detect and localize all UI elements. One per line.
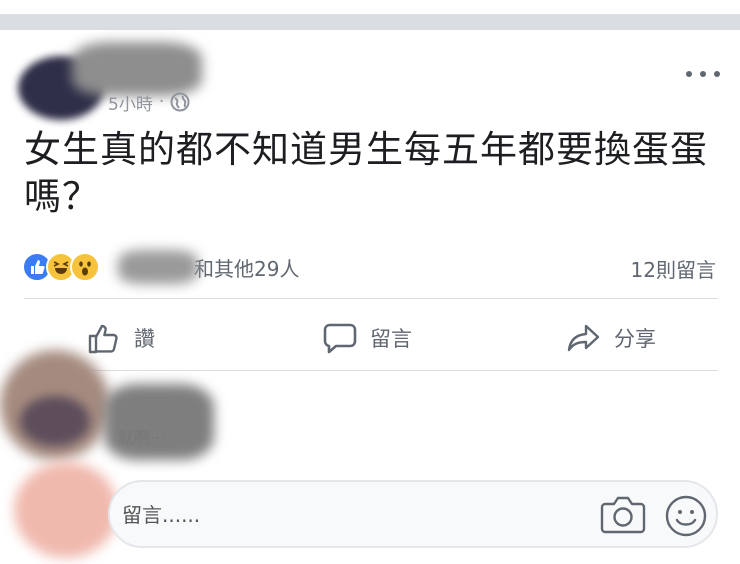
- more-options-icon[interactable]: [686, 66, 720, 82]
- share-label: 分享: [614, 327, 656, 351]
- comment-composer[interactable]: [108, 480, 718, 548]
- top-bar: [0, 14, 740, 30]
- action-bar: 讚 留言 分享: [0, 314, 740, 362]
- post-meta: 5小時 ·: [108, 90, 190, 115]
- like-label: 讚: [134, 327, 155, 351]
- author-name-redacted[interactable]: [72, 42, 202, 96]
- reactions-summary-text: 和其他29人: [194, 256, 300, 281]
- top-strip: [0, 0, 740, 12]
- divider-bottom: [24, 370, 718, 371]
- post-text: 女生真的都不知道男生每五年都要換蛋蛋嗎？: [24, 128, 708, 218]
- share-button[interactable]: 分享: [566, 314, 656, 362]
- comment-bubble-redacted[interactable]: [104, 384, 214, 460]
- reactor-name-redacted: [118, 250, 198, 284]
- commenter-avatar-shade: [20, 396, 90, 446]
- comment-bubble-icon: [323, 323, 357, 354]
- thumbs-up-icon: [88, 324, 118, 354]
- smiley-icon[interactable]: [664, 494, 708, 538]
- comment-input[interactable]: [122, 500, 582, 530]
- share-arrow-icon: [567, 324, 600, 352]
- divider-top: [24, 298, 718, 299]
- like-button[interactable]: 讚: [86, 314, 155, 362]
- current-user-avatar: [14, 462, 118, 558]
- comment-label: 留言: [370, 327, 412, 351]
- comment-button[interactable]: 留言: [322, 314, 412, 362]
- reactions-summary[interactable]: 和其他29人: [22, 250, 299, 284]
- meta-separator: ·: [158, 92, 165, 112]
- comment-text: 就啊⋯: [118, 428, 167, 447]
- comment-count[interactable]: 12則留言: [631, 254, 716, 283]
- wow-icon: [70, 252, 100, 282]
- post-time[interactable]: 5小時: [108, 90, 153, 115]
- camera-icon[interactable]: [600, 494, 646, 536]
- globe-icon: [170, 92, 190, 112]
